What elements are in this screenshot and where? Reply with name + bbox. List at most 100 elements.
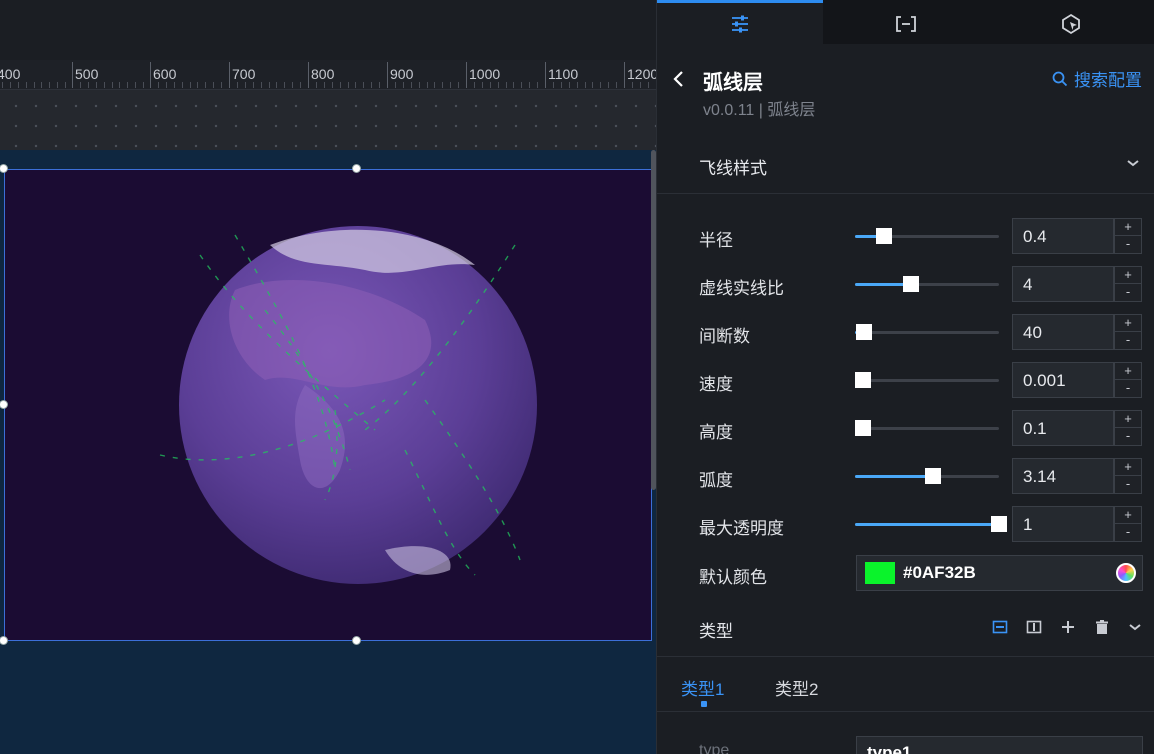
tab-interaction[interactable] bbox=[988, 0, 1154, 44]
increment-button[interactable]: + bbox=[1115, 219, 1141, 236]
slider[interactable] bbox=[855, 324, 999, 340]
stepper[interactable]: + - bbox=[1114, 218, 1142, 254]
increment-button[interactable]: + bbox=[1115, 315, 1141, 332]
ruler-minor-tick bbox=[252, 82, 254, 88]
trash-icon[interactable] bbox=[1094, 619, 1110, 635]
back-arrow-icon[interactable] bbox=[673, 70, 685, 88]
ruler-minor-tick bbox=[552, 82, 554, 88]
row-label: 半径 bbox=[699, 231, 733, 250]
slider[interactable] bbox=[855, 276, 999, 292]
version-info: v0.0.11 | 弧线层 bbox=[703, 102, 816, 119]
search-icon bbox=[1052, 71, 1068, 86]
subtab-type2[interactable]: 类型2 bbox=[775, 675, 818, 700]
ruler-minor-tick bbox=[41, 82, 43, 88]
number-input[interactable]: 1 bbox=[1012, 506, 1114, 542]
decrement-button[interactable]: - bbox=[1115, 476, 1141, 493]
ruler-minor-tick bbox=[560, 82, 562, 88]
stepper[interactable]: + - bbox=[1114, 506, 1142, 542]
stepper[interactable]: + - bbox=[1114, 458, 1142, 494]
tab-style[interactable] bbox=[657, 0, 823, 44]
ruler-minor-tick bbox=[111, 82, 113, 88]
slider[interactable] bbox=[855, 372, 999, 388]
page-title: 弧线层 bbox=[703, 72, 763, 94]
resize-handle-bottom[interactable] bbox=[352, 636, 361, 645]
number-input[interactable]: 0.4 bbox=[1012, 218, 1114, 254]
slider-thumb[interactable] bbox=[903, 276, 920, 292]
ruler-minor-tick bbox=[143, 82, 145, 88]
stepper[interactable]: + - bbox=[1114, 266, 1142, 302]
decrement-button[interactable]: - bbox=[1115, 428, 1141, 445]
ruler-minor-tick bbox=[584, 82, 586, 88]
ruler-minor-tick bbox=[292, 82, 294, 88]
increment-button[interactable]: + bbox=[1115, 363, 1141, 380]
color-swatch[interactable] bbox=[865, 562, 895, 584]
slider[interactable] bbox=[855, 228, 999, 244]
number-input[interactable]: 0.001 bbox=[1012, 362, 1114, 398]
ruler-minor-tick bbox=[418, 82, 420, 88]
stepper[interactable]: + - bbox=[1114, 362, 1142, 398]
canvas-area[interactable]: 400 500 600 700 800 900 1000 1100 1200 bbox=[0, 0, 656, 754]
ruler-major-tick bbox=[308, 62, 309, 88]
slider-thumb[interactable] bbox=[991, 516, 1007, 532]
slider-fill bbox=[855, 523, 999, 526]
chevron-down-icon[interactable] bbox=[1128, 622, 1142, 632]
ruler-minor-tick bbox=[379, 82, 381, 88]
resize-handle-top[interactable] bbox=[352, 164, 361, 173]
increment-button[interactable]: + bbox=[1115, 507, 1141, 524]
number-input[interactable]: 40 bbox=[1012, 314, 1114, 350]
ruler-minor-tick bbox=[426, 82, 428, 88]
ruler-minor-tick bbox=[315, 82, 317, 88]
ruler-tick-label: 500 bbox=[75, 66, 99, 82]
section-flyline-style[interactable]: 飞线样式 bbox=[657, 142, 1154, 194]
type-input[interactable]: type1 bbox=[856, 736, 1143, 754]
subtab-type1[interactable]: 类型1 bbox=[681, 675, 724, 700]
config-row: 间断数 40 + - bbox=[657, 310, 1154, 358]
ruler-minor-tick bbox=[205, 82, 207, 88]
ruler-major-tick bbox=[466, 62, 467, 88]
ruler-minor-tick bbox=[600, 82, 602, 88]
slider[interactable] bbox=[855, 516, 1007, 532]
slider-thumb[interactable] bbox=[924, 468, 941, 484]
decrement-button[interactable]: - bbox=[1115, 380, 1141, 397]
slider-fill bbox=[855, 475, 933, 478]
slider-thumb[interactable] bbox=[855, 420, 871, 436]
decrement-button[interactable]: - bbox=[1115, 524, 1141, 541]
slider[interactable] bbox=[855, 468, 999, 484]
ruler-minor-tick bbox=[157, 82, 159, 88]
decrement-button[interactable]: - bbox=[1115, 284, 1141, 301]
globe-component[interactable] bbox=[4, 169, 652, 641]
ruler-minor-tick bbox=[65, 82, 67, 88]
number-input[interactable]: 4 bbox=[1012, 266, 1114, 302]
number-input[interactable]: 0.1 bbox=[1012, 410, 1114, 446]
config-row: 虚线实线比 4 + - bbox=[657, 262, 1154, 310]
increment-button[interactable]: + bbox=[1115, 411, 1141, 428]
search-config-button[interactable]: 搜索配置 bbox=[1052, 66, 1142, 91]
ruler-minor-tick bbox=[284, 82, 286, 88]
stepper[interactable]: + - bbox=[1114, 410, 1142, 446]
ruler-major-tick bbox=[150, 62, 151, 88]
layout-horizontal-icon[interactable] bbox=[992, 619, 1008, 635]
ruler-minor-tick bbox=[568, 82, 570, 88]
stepper[interactable]: + - bbox=[1114, 314, 1142, 350]
slider-thumb[interactable] bbox=[855, 324, 872, 340]
number-input[interactable]: 3.14 bbox=[1012, 458, 1114, 494]
ruler-major-tick bbox=[624, 62, 625, 88]
slider[interactable] bbox=[855, 420, 999, 436]
increment-button[interactable]: + bbox=[1115, 459, 1141, 476]
slider-thumb[interactable] bbox=[855, 372, 871, 388]
increment-button[interactable]: + bbox=[1115, 267, 1141, 284]
color-picker[interactable]: #0AF32B bbox=[856, 555, 1143, 591]
decrement-button[interactable]: - bbox=[1115, 236, 1141, 253]
add-icon[interactable] bbox=[1060, 619, 1076, 635]
config-row: 半径 0.4 + - bbox=[657, 214, 1154, 262]
ruler-major-tick bbox=[545, 62, 546, 88]
decrement-button[interactable]: - bbox=[1115, 332, 1141, 349]
layout-vertical-icon[interactable] bbox=[1026, 619, 1042, 635]
color-wheel-icon[interactable] bbox=[1116, 563, 1136, 583]
ruler-tick-label: 900 bbox=[390, 66, 414, 82]
slider-thumb[interactable] bbox=[875, 228, 892, 244]
horizontal-ruler: 400 500 600 700 800 900 1000 1100 1200 bbox=[0, 60, 656, 90]
ruler-minor-tick bbox=[402, 82, 404, 88]
tab-data[interactable] bbox=[823, 0, 989, 44]
ruler-minor-tick bbox=[489, 82, 491, 88]
